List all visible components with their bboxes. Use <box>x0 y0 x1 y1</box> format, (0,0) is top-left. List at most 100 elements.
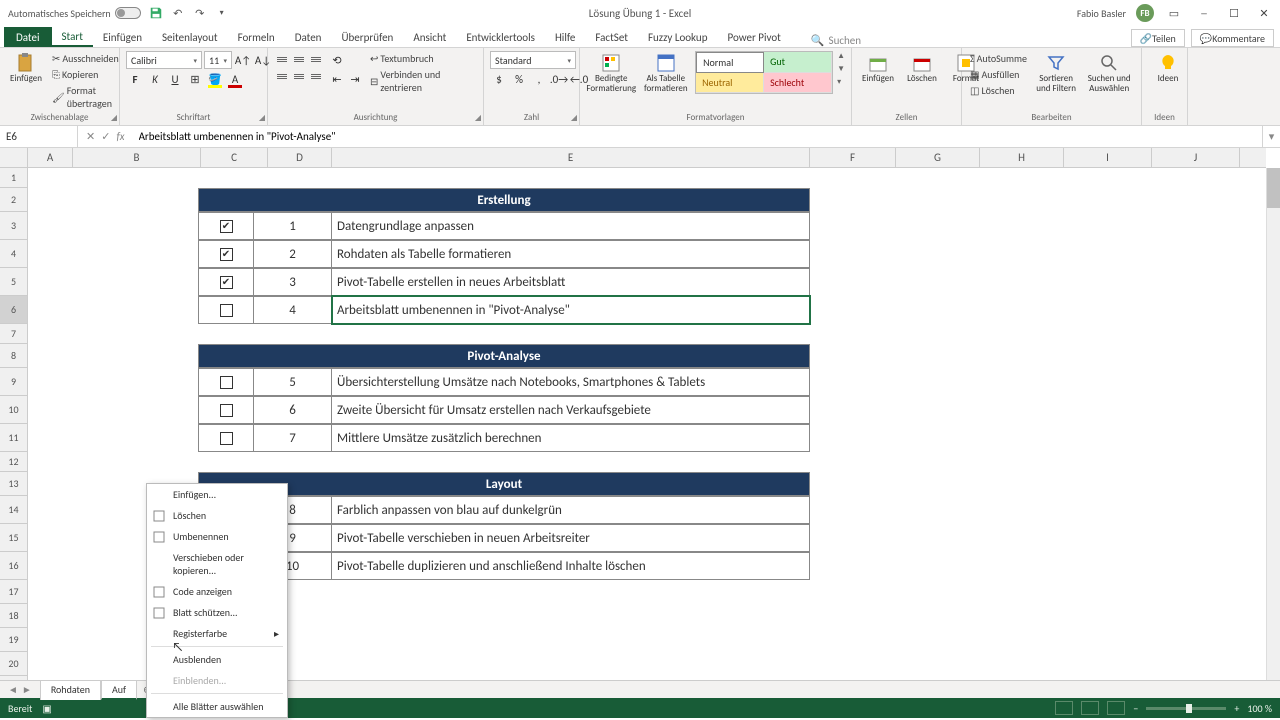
increase-font-icon[interactable]: A↑ <box>234 51 252 69</box>
orientation-button[interactable]: ⟲ <box>328 51 346 69</box>
context-menu-item[interactable]: Löschen <box>147 505 287 526</box>
increase-indent-button[interactable]: ⇥ <box>346 70 364 88</box>
checkbox[interactable] <box>220 404 233 417</box>
ideas-button[interactable]: Ideen <box>1148 51 1188 86</box>
increase-decimal-button[interactable]: .0→ <box>550 70 568 88</box>
row-header[interactable]: 18 <box>0 604 27 628</box>
ribbon-tab-daten[interactable]: Daten <box>285 27 332 47</box>
context-menu-item[interactable]: Einfügen... <box>147 484 287 505</box>
gallery-up-icon[interactable]: ▲ <box>837 51 845 61</box>
ribbon-tab-fuzzy lookup[interactable]: Fuzzy Lookup <box>638 27 718 47</box>
page-layout-view-button[interactable] <box>1081 701 1099 715</box>
checkbox-cell[interactable] <box>198 240 254 268</box>
row-header[interactable]: 17 <box>0 580 27 604</box>
step-number[interactable]: 3 <box>254 268 332 296</box>
italic-button[interactable]: K <box>146 70 164 88</box>
scroll-thumb[interactable] <box>1267 168 1280 208</box>
step-number[interactable]: 2 <box>254 240 332 268</box>
comma-button[interactable]: , <box>530 70 548 88</box>
step-number[interactable]: 7 <box>254 424 332 452</box>
qat-dropdown-icon[interactable]: ▾ <box>215 6 229 20</box>
border-button[interactable]: ⊞ <box>186 70 204 88</box>
dialog-launcher-icon[interactable]: ◢ <box>259 113 265 123</box>
column-header[interactable]: A <box>28 148 73 167</box>
row-header[interactable]: 13 <box>0 472 27 496</box>
column-header[interactable]: J <box>1152 148 1240 167</box>
checkbox-cell[interactable] <box>198 212 254 240</box>
sheet-tab[interactable]: Auf <box>101 680 137 700</box>
step-description[interactable]: Pivot-Tabelle duplizieren und anschließe… <box>332 552 810 580</box>
zoom-in-button[interactable]: + <box>1234 702 1239 715</box>
file-tab[interactable]: Datei <box>4 27 52 47</box>
search-label[interactable]: Suchen <box>829 34 862 47</box>
percent-button[interactable]: % <box>510 70 528 88</box>
context-menu-item[interactable]: Umbenennen <box>147 526 287 547</box>
redo-icon[interactable]: ↷ <box>193 6 207 20</box>
conditional-format-button[interactable]: Bedingte Formatierung <box>586 51 636 96</box>
context-menu-item[interactable]: Code anzeigen <box>147 581 287 602</box>
format-as-table-button[interactable]: Als Tabelle formatieren <box>640 51 691 96</box>
sheet-nav-prev-icon[interactable]: ◄ <box>8 683 18 696</box>
merge-button[interactable]: ⊟Verbinden und zentrieren <box>368 67 477 95</box>
column-header[interactable]: G <box>896 148 980 167</box>
expand-formula-icon[interactable]: ▾ <box>1262 126 1280 147</box>
checkbox-cell[interactable] <box>198 424 254 452</box>
ribbon-tab-seitenlayout[interactable]: Seitenlayout <box>152 27 228 47</box>
sheet-nav-next-icon[interactable]: ► <box>22 683 32 696</box>
ribbon-tab-entwicklertools[interactable]: Entwicklertools <box>456 27 545 47</box>
row-header[interactable]: 15 <box>0 524 27 552</box>
close-icon[interactable]: ✕ <box>1254 3 1274 23</box>
row-header[interactable]: 5 <box>0 268 27 296</box>
row-header[interactable]: 6 <box>0 296 27 324</box>
checkbox-cell[interactable] <box>198 296 254 324</box>
font-color-button[interactable]: A <box>226 70 244 88</box>
ribbon-options-icon[interactable]: ▭ <box>1164 3 1184 23</box>
row-header[interactable]: 11 <box>0 424 27 452</box>
fill-color-button[interactable]: 🪣 <box>206 70 224 88</box>
zoom-slider[interactable] <box>1146 707 1226 710</box>
step-number[interactable]: 1 <box>254 212 332 240</box>
ribbon-tab-formeln[interactable]: Formeln <box>228 27 285 47</box>
column-header[interactable]: I <box>1064 148 1152 167</box>
ribbon-tab-überprüfen[interactable]: Überprüfen <box>331 27 403 47</box>
ribbon-tab-hilfe[interactable]: Hilfe <box>545 27 585 47</box>
find-select-button[interactable]: Suchen und Auswählen <box>1083 51 1135 96</box>
user-avatar[interactable]: FB <box>1136 4 1154 22</box>
ribbon-tab-start[interactable]: Start <box>52 27 93 47</box>
ribbon-tab-einfügen[interactable]: Einfügen <box>93 27 152 47</box>
context-menu-item[interactable]: Ausblenden <box>147 649 287 670</box>
toggle-switch[interactable] <box>115 7 141 19</box>
name-box[interactable] <box>0 126 78 147</box>
step-number[interactable]: 5 <box>254 368 332 396</box>
normal-view-button[interactable] <box>1055 701 1073 715</box>
row-header[interactable]: 19 <box>0 628 27 652</box>
step-description[interactable]: Arbeitsblatt umbenennen in "Pivot-Analys… <box>332 296 810 324</box>
context-menu-item[interactable]: Registerfarbe▸ <box>147 623 287 644</box>
zoom-level[interactable]: 100 % <box>1247 702 1272 715</box>
currency-button[interactable]: $ <box>490 70 508 88</box>
select-all-corner[interactable] <box>0 148 28 168</box>
context-menu-item[interactable]: Verschieben oder kopieren... <box>147 547 287 581</box>
enter-formula-icon[interactable]: ✓ <box>101 130 110 143</box>
step-description[interactable]: Zweite Übersicht für Umsatz erstellen na… <box>332 396 810 424</box>
column-header[interactable]: F <box>810 148 896 167</box>
checkbox[interactable] <box>220 248 233 261</box>
checkbox[interactable] <box>220 276 233 289</box>
dialog-launcher-icon[interactable]: ◢ <box>571 113 577 123</box>
fx-icon[interactable]: fx <box>116 130 124 143</box>
ribbon-tab-factset[interactable]: FactSet <box>585 27 638 47</box>
column-header[interactable]: D <box>268 148 332 167</box>
row-header[interactable]: 9 <box>0 368 27 396</box>
step-description[interactable]: Pivot-Tabelle verschieben in neuen Arbei… <box>332 524 810 552</box>
gallery-more-icon[interactable]: ▾ <box>837 77 845 87</box>
font-name-combo[interactable]: Calibri▾ <box>126 51 202 69</box>
ribbon-tab-ansicht[interactable]: Ansicht <box>403 27 456 47</box>
column-header[interactable]: E <box>332 148 810 167</box>
row-header[interactable]: 10 <box>0 396 27 424</box>
insert-cells-button[interactable]: Einfügen <box>858 51 898 86</box>
wrap-text-button[interactable]: ↩Textumbruch <box>368 51 477 66</box>
vertical-scrollbar[interactable] <box>1266 168 1280 680</box>
checkbox-cell[interactable] <box>198 368 254 396</box>
format-painter-button[interactable]: 🖌Format übertragen <box>50 83 121 111</box>
cut-button[interactable]: ✂Ausschneiden <box>50 51 121 66</box>
